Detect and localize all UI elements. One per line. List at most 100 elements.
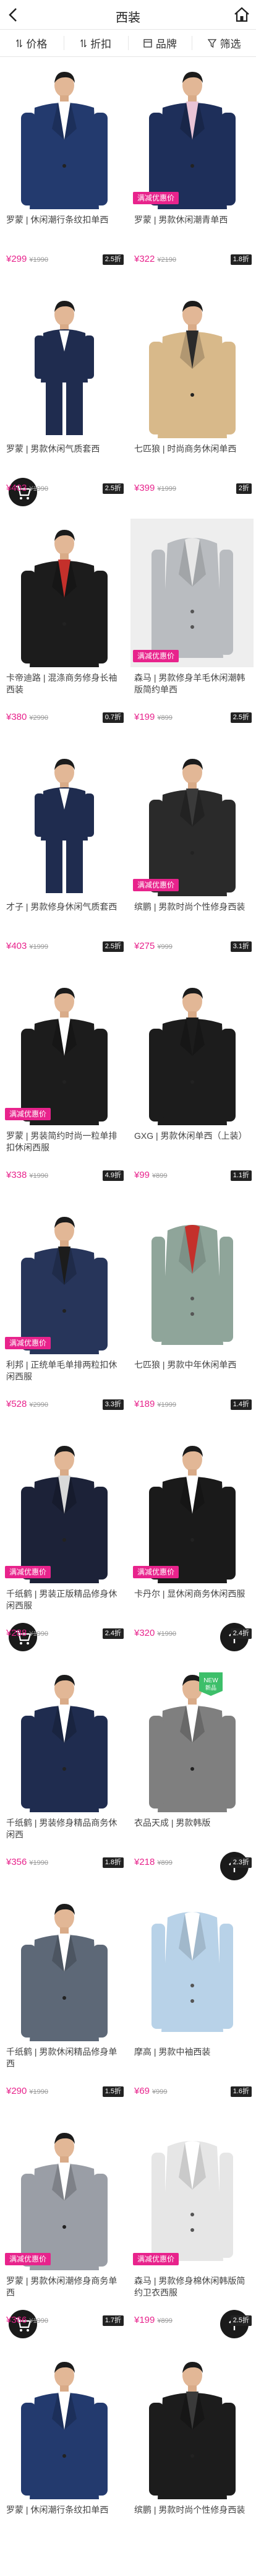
product-image[interactable]: 满减优惠价 — [130, 748, 254, 896]
product-card[interactable]: 满减优惠价 利邦 | 正统单毛单排两粒扣休闲西服 ¥528 ¥2990 3.3折 — [0, 1202, 128, 1431]
discount-badge: 2折 — [236, 483, 252, 494]
sale-price: ¥218 — [134, 1857, 155, 1867]
product-name[interactable]: 卡帝迪路 | 混涤商务修身长袖西装 — [6, 672, 124, 696]
product-card[interactable]: 满减优惠价森马 | 男款修身棉休闲韩版简约卫衣西服 ¥199 ¥899 2.5折 — [128, 2118, 256, 2347]
product-image[interactable] — [2, 61, 126, 209]
page-title: 西装 — [116, 11, 140, 25]
product-card[interactable]: 千纸鹤 | 男装修身精品商务休闲西 ¥356 ¥1990 1.8折 — [0, 1660, 128, 1889]
product-image[interactable]: 满减优惠价 — [130, 519, 254, 667]
sort-filter-bar: 价格 折扣 品牌 筛选 — [0, 30, 256, 57]
product-image[interactable]: 满减优惠价 — [2, 1435, 126, 1583]
product-card[interactable]: 七匹狼 | 男款中年休闲单西 ¥189 ¥1999 1.4折 — [128, 1202, 256, 1431]
product-image[interactable]: 满减优惠价 — [130, 1435, 254, 1583]
product-image[interactable] — [130, 1893, 254, 2041]
product-card[interactable]: 满减优惠价 森马 | 男款修身羊毛休闲潮韩版简约单西 ¥199 ¥899 2.5折 — [128, 515, 256, 744]
model-photo-icon — [21, 1446, 108, 1583]
model-photo-icon — [151, 1225, 233, 1345]
price-row: ¥403 ¥1990 2.5折 — [6, 483, 124, 495]
price-row: ¥199 ¥899 2.5折 — [134, 2315, 252, 2327]
product-image[interactable] — [130, 2351, 254, 2499]
product-card[interactable]: 卡帝迪路 | 混涤商务修身长袖西装 ¥380 ¥2990 0.7折 — [0, 515, 128, 744]
product-image[interactable] — [2, 2351, 126, 2499]
product-image[interactable] — [2, 748, 126, 896]
product-image[interactable] — [130, 1206, 254, 1354]
promo-tag: 满减优惠价 — [133, 192, 179, 204]
product-name[interactable]: 才子 | 男款修身休闲气质套西 — [6, 901, 124, 913]
product-card[interactable]: 摩高 | 男款中袖西装 ¥69 ¥999 1.6折 — [128, 1889, 256, 2118]
product-name[interactable]: GXG | 男款休闲单西（上装） — [134, 1130, 252, 1142]
product-name[interactable]: 七匹狼 | 男款中年休闲单西 — [134, 1359, 252, 1371]
discount-badge: 1.6折 — [230, 2086, 252, 2097]
product-card[interactable]: 七匹狼 | 时尚商务休闲单西 ¥399 ¥1999 2折 — [128, 286, 256, 515]
sale-price: ¥299 — [6, 254, 27, 264]
product-name[interactable]: 衣品天成 | 男款韩版 — [134, 1817, 252, 1829]
price-row: ¥356 ¥1990 1.8折 — [6, 1857, 124, 1869]
product-card[interactable]: 满减优惠价 罗蒙 | 男款休闲潮青单西 ¥322 ¥2190 1.8折 — [128, 57, 256, 286]
sort-discount-button[interactable]: 折扣 — [64, 36, 129, 50]
product-name[interactable]: 罗蒙 | 男装简约时尚一粒单排扣休闲西服 — [6, 1130, 124, 1154]
product-name[interactable]: 罗蒙 | 男款休闲潮修身商务单西 — [6, 2275, 124, 2299]
product-name[interactable]: 千纸鹤 | 男装正版精品修身休闲西服 — [6, 1588, 124, 1612]
product-card[interactable]: 满减优惠价 卡丹尔 | 显休闲商务休闲西服 ¥320 ¥1990 2.4折 — [128, 1431, 256, 1660]
product-name[interactable]: 森马 | 男款修身棉休闲韩版简约卫衣西服 — [134, 2275, 252, 2299]
product-image[interactable] — [130, 977, 254, 1125]
top-header: 西装 — [0, 0, 256, 30]
product-name[interactable]: 卡丹尔 | 显休闲商务休闲西服 — [134, 1588, 252, 1600]
price-row: ¥288 ¥1990 2.4折 — [6, 1628, 124, 1640]
product-name[interactable]: 罗蒙 | 休闲潮行条纹扣单西 — [6, 214, 124, 226]
product-image[interactable] — [2, 1664, 126, 1812]
model-photo-icon — [21, 1904, 108, 2041]
product-name[interactable]: 千纸鹤 | 男款休闲精品修身单西 — [6, 2046, 124, 2070]
product-name[interactable]: 缤鹏 | 男款时尚个性修身西装 — [134, 901, 252, 913]
product-image[interactable]: 满减优惠价 — [130, 2122, 254, 2270]
product-image[interactable] — [2, 519, 126, 667]
model-photo-icon — [149, 301, 236, 438]
discount-badge: 4.9折 — [102, 1170, 124, 1181]
product-name[interactable]: 利邦 | 正统单毛单排两粒扣休闲西服 — [6, 1359, 124, 1383]
product-image[interactable]: 满减优惠价 — [2, 1206, 126, 1354]
product-card[interactable]: GXG | 男款休闲单西（上装） ¥99 ¥899 1.1折 — [128, 973, 256, 1202]
filter-button[interactable]: 筛选 — [192, 36, 256, 50]
product-image[interactable]: 满减优惠价 — [2, 2122, 126, 2270]
product-card[interactable]: 满减优惠价千纸鹤 | 男装正版精品修身休闲西服 ¥288 ¥1990 2.4折 — [0, 1431, 128, 1660]
brand-filter-button[interactable]: 品牌 — [129, 36, 193, 50]
product-card[interactable]: 满减优惠价 罗蒙 | 男款休闲潮修身商务单西 ¥366 ¥1990 1.7折 — [0, 2118, 128, 2347]
product-name[interactable]: 罗蒙 | 休闲潮行条纹扣单西 — [6, 2504, 124, 2516]
price-row: ¥299 ¥1990 2.5折 — [6, 254, 124, 266]
product-card[interactable]: 缤鹏 | 男款时尚个性修身西装 — [128, 2347, 256, 2576]
brand-filter-label: 品牌 — [155, 38, 177, 50]
home-icon[interactable] — [233, 6, 251, 24]
product-card[interactable]: 才子 | 男款修身休闲气质套西 ¥403 ¥1999 2.5折 — [0, 744, 128, 973]
product-card[interactable]: 千纸鹤 | 男款休闲精品修身单西 ¥290 ¥1990 1.5折 — [0, 1889, 128, 2118]
product-card[interactable]: 满减优惠价 罗蒙 | 男装简约时尚一粒单排扣休闲西服 ¥338 ¥1990 4.9折 — [0, 973, 128, 1202]
product-card[interactable]: 罗蒙 | 休闲潮行条纹扣单西 — [0, 2347, 128, 2576]
product-image[interactable] — [2, 290, 126, 438]
product-image[interactable]: 满减优惠价 — [130, 61, 254, 209]
product-card[interactable]: 满减优惠价 缤鹏 | 男款时尚个性修身西装 ¥275 ¥999 3.1折 — [128, 744, 256, 973]
original-price: ¥999 — [152, 2088, 168, 2096]
promo-tag: 满减优惠价 — [5, 2253, 51, 2265]
sale-price: ¥199 — [134, 2315, 155, 2325]
product-name[interactable]: 森马 | 男款修身羊毛休闲潮韩版简约单西 — [134, 672, 252, 696]
original-price: ¥999 — [157, 943, 173, 951]
product-image[interactable] — [130, 290, 254, 438]
product-name[interactable]: 罗蒙 | 男款休闲潮青单西 — [134, 214, 252, 226]
product-card[interactable]: 罗蒙 | 休闲潮行条纹扣单西 ¥299 ¥1990 2.5折 — [0, 57, 128, 286]
product-name[interactable]: 七匹狼 | 时尚商务休闲单西 — [134, 443, 252, 455]
model-photo-icon — [35, 759, 94, 893]
product-card[interactable]: NEW 新品 衣品天成 | 男款韩版 ¥218 ¥899 2.3折 — [128, 1660, 256, 1889]
product-name[interactable]: 罗蒙 | 男款休闲气质套西 — [6, 443, 124, 455]
product-image[interactable]: 满减优惠价 — [2, 977, 126, 1125]
product-name[interactable]: 千纸鹤 | 男装修身精品商务休闲西 — [6, 1817, 124, 1841]
product-image[interactable] — [2, 1893, 126, 2041]
model-photo-icon — [151, 538, 233, 658]
product-card[interactable]: 罗蒙 | 男款休闲气质套西 ¥403 ¥1990 2.5折 — [0, 286, 128, 515]
product-name[interactable]: 缤鹏 | 男款时尚个性修身西装 — [134, 2504, 252, 2516]
product-image[interactable]: NEW 新品 — [130, 1664, 254, 1812]
product-name[interactable]: 摩高 | 男款中袖西装 — [134, 2046, 252, 2058]
sort-price-button[interactable]: 价格 — [0, 36, 64, 50]
model-photo-icon — [35, 301, 94, 435]
price-row: ¥290 ¥1990 1.5折 — [6, 2086, 124, 2098]
promo-tag: 满减优惠价 — [5, 1566, 51, 1578]
sale-price: ¥275 — [134, 941, 155, 951]
